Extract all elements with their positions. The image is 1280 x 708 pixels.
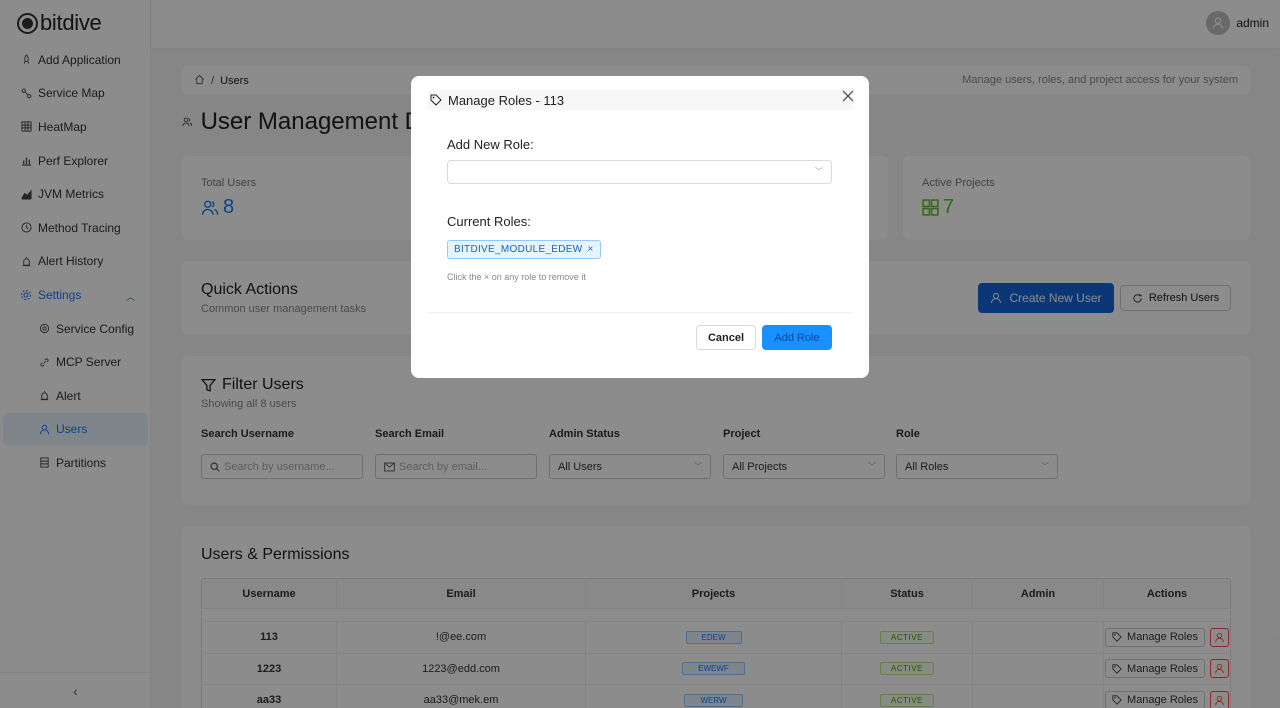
close-modal-button[interactable] bbox=[841, 89, 855, 103]
add-new-role-label: Add New Role: bbox=[447, 137, 534, 152]
tag-icon bbox=[430, 94, 442, 106]
modal-divider bbox=[428, 312, 852, 313]
role-select[interactable]: ﹀ bbox=[447, 160, 832, 184]
remove-role-hint: Click the × on any role to remove it bbox=[447, 272, 586, 282]
current-roles-label: Current Roles: bbox=[447, 214, 531, 229]
modal-title: Manage Roles - 113 bbox=[428, 90, 852, 110]
add-role-button[interactable]: Add Role bbox=[762, 325, 832, 350]
manage-roles-modal: Manage Roles - 113 Add New Role: ﹀ Curre… bbox=[411, 76, 869, 378]
close-icon bbox=[842, 90, 854, 102]
cancel-button[interactable]: Cancel bbox=[696, 325, 756, 350]
modal-title-text: Manage Roles - 113 bbox=[448, 92, 565, 108]
role-tag: BITDIVE_MODULE_EDEW × bbox=[447, 240, 601, 259]
chevron-down-icon: ﹀ bbox=[815, 167, 823, 176]
remove-role-icon[interactable]: × bbox=[588, 244, 594, 255]
role-tag-label: BITDIVE_MODULE_EDEW bbox=[454, 244, 583, 255]
